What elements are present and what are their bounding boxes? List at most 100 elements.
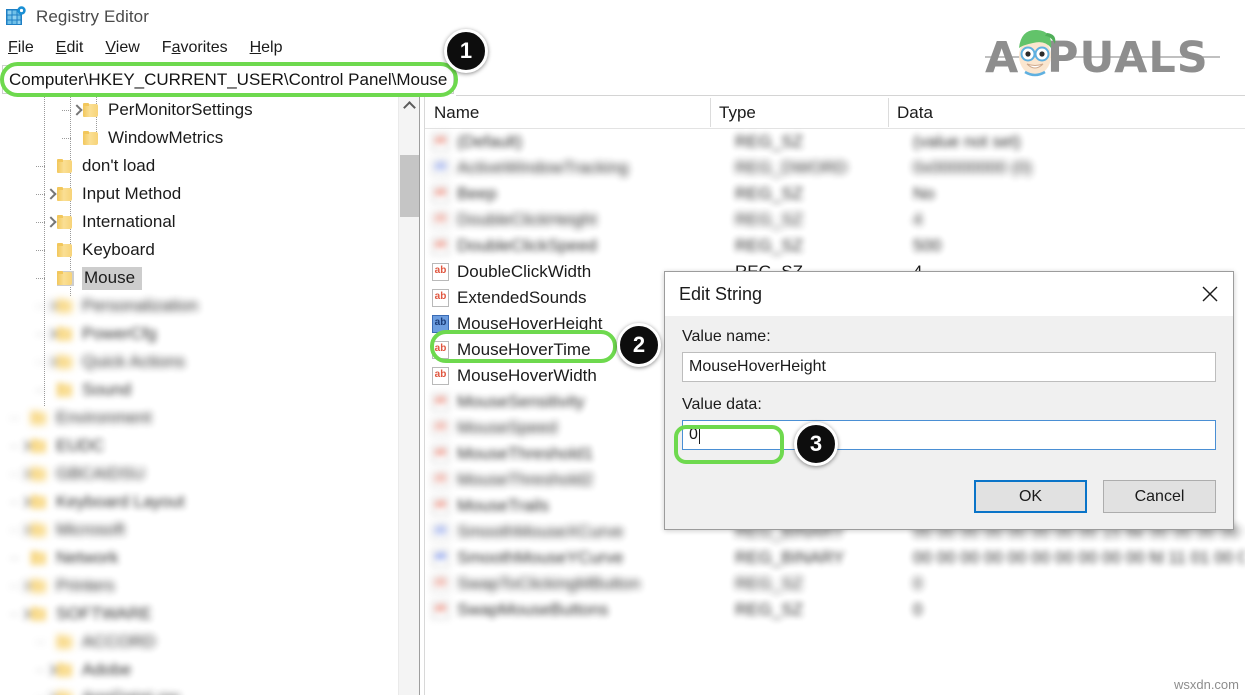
menu-item-help[interactable]: Help (250, 39, 283, 57)
string-value-icon: ab (432, 496, 450, 516)
folder-icon (57, 214, 74, 230)
chevron-right-icon[interactable] (18, 496, 31, 509)
ok-button[interactable]: OK (974, 480, 1087, 513)
string-value-icon: ab (432, 392, 450, 412)
tree-item[interactable]: Environment (0, 404, 420, 432)
column-header-type[interactable]: Type (710, 96, 888, 129)
tree-row-list: PerMonitorSettings WindowMetrics don't loa… (0, 96, 420, 695)
menu-item-favorites[interactable]: Favorites (162, 39, 228, 57)
tree-item[interactable]: International (0, 208, 420, 236)
tree-item[interactable]: Network (0, 544, 420, 572)
registry-tree-pane[interactable]: PerMonitorSettings WindowMetrics don't loa… (0, 96, 420, 695)
tree-item[interactable]: Printers (0, 572, 420, 600)
menu-label-favorites-b: vorites (180, 39, 228, 56)
tree-item[interactable]: Sound (0, 376, 420, 404)
value-row[interactable]: ab (Default) REG_SZ (value not set) (425, 129, 1245, 155)
tree-item[interactable]: EUDC (0, 432, 420, 460)
tree-item[interactable]: Personalization (0, 292, 420, 320)
tree-item[interactable]: GBCAIDSU (0, 460, 420, 488)
menu-label-favorites-a: F (161, 39, 172, 56)
tree-item-label: Printers (56, 576, 115, 595)
value-name-cell: Beep (457, 184, 497, 203)
string-value-icon: ab (432, 236, 450, 256)
string-value-icon: ab (432, 184, 450, 204)
window-title: Registry Editor (36, 7, 149, 26)
value-row[interactable]: ab ActiveWindowTracking REG_DWORD 0x0000000… (425, 155, 1245, 181)
tree-item[interactable]: PowerCfg (0, 320, 420, 348)
value-row[interactable]: ab DoubleClickHeight REG_SZ 4 (425, 207, 1245, 233)
value-row[interactable]: ab SwapMouseButtons REG_SZ 0 (425, 597, 1245, 623)
string-value-icon: ab (432, 210, 450, 230)
tree-item[interactable]: Microsoft (0, 516, 420, 544)
value-row[interactable]: ab SmoothMouseYCurve REG_BINARY 00 00 00 00… (425, 545, 1245, 571)
binary-value-icon: ab (432, 548, 450, 568)
tree-item[interactable]: Adobe (0, 656, 420, 684)
menu-item-file[interactable]: File (8, 39, 34, 57)
chevron-right-icon[interactable] (18, 608, 31, 621)
chevron-right-icon[interactable] (44, 664, 57, 677)
values-column-header: Name Type Data (425, 96, 1245, 129)
chevron-right-icon[interactable] (44, 328, 57, 341)
step-marker-3: 3 (794, 422, 838, 466)
tree-item[interactable]: Keyboard (0, 236, 420, 264)
column-header-name[interactable]: Name (425, 96, 710, 129)
tree-item[interactable]: Keyboard Layout (0, 488, 420, 516)
tree-item[interactable]: WindowMetrics (0, 124, 420, 152)
tree-item[interactable]: Mouse (0, 264, 420, 292)
value-name-input[interactable]: MouseHoverHeight (682, 352, 1216, 382)
close-icon[interactable] (1187, 272, 1233, 316)
tree-item[interactable]: Input Method (0, 180, 420, 208)
chevron-right-icon[interactable] (44, 300, 57, 313)
menu-item-view[interactable]: View (105, 39, 139, 57)
value-row[interactable]: ab DoubleClickSpeed REG_SZ 500 (425, 233, 1245, 259)
tree-item[interactable]: PerMonitorSettings (0, 96, 420, 124)
value-type-cell: REG_DWORD (735, 158, 848, 177)
menu-label-file: ile (17, 39, 34, 56)
registry-editor-window: Registry Editor File Edit View Favorites… (0, 0, 1245, 695)
value-type-cell: REG_SZ (735, 210, 804, 229)
chevron-right-icon[interactable] (70, 104, 83, 117)
chevron-right-icon[interactable] (18, 580, 31, 593)
value-data-cell: (value not set) (913, 132, 1021, 151)
value-data-input[interactable]: 0 (682, 420, 1216, 450)
tree-item-label: Network (56, 548, 119, 567)
binary-value-icon: ab (432, 522, 450, 542)
chevron-right-icon[interactable] (44, 692, 57, 695)
chevron-right-icon[interactable] (18, 524, 31, 537)
text-caret (698, 426, 700, 444)
folder-icon (31, 522, 48, 538)
chevron-right-icon[interactable] (18, 468, 31, 481)
value-type-cell: REG_SZ (735, 600, 804, 619)
folder-icon (57, 326, 74, 342)
column-header-data[interactable]: Data (888, 96, 933, 129)
value-type-cell: REG_BINARY (735, 548, 845, 567)
menu-item-edit[interactable]: Edit (56, 39, 84, 57)
cancel-button[interactable]: Cancel (1103, 480, 1216, 513)
chevron-right-icon[interactable] (44, 356, 57, 369)
tree-item[interactable]: AppDataLow (0, 684, 420, 695)
chevron-right-icon[interactable] (18, 440, 31, 453)
tree-item[interactable]: SOFTWARE (0, 600, 420, 628)
tree-item[interactable]: ACCORD (0, 628, 420, 656)
tree-item[interactable]: don't load (0, 152, 420, 180)
tree-scrollbar-thumb[interactable] (400, 155, 419, 217)
value-data-cell: 0 (913, 600, 923, 619)
folder-icon (31, 578, 48, 594)
scroll-up-arrow-icon[interactable] (399, 96, 420, 116)
value-row[interactable]: ab SwapToClickingMButton REG_SZ 0 (425, 571, 1245, 597)
folder-icon (57, 634, 74, 650)
chevron-right-icon[interactable] (44, 216, 57, 229)
pane-splitter[interactable] (419, 96, 420, 695)
tree-item-label: International (82, 212, 176, 231)
appuals-logo-svg: A PUALS (985, 29, 1220, 83)
value-name-cell: DoubleClickSpeed (457, 236, 597, 255)
value-row[interactable]: ab Beep REG_SZ No (425, 181, 1245, 207)
menu-accel-help: H (249, 39, 262, 56)
menu-label-edit: dit (66, 39, 84, 56)
chevron-right-icon[interactable] (44, 188, 57, 201)
address-bar-input[interactable]: Computer\HKEY_CURRENT_USER\Control Panel… (2, 65, 454, 94)
tree-scrollbar[interactable] (398, 96, 419, 695)
tree-item-label: ACCORD (82, 632, 156, 651)
tree-item[interactable]: Quick Actions (0, 348, 420, 376)
